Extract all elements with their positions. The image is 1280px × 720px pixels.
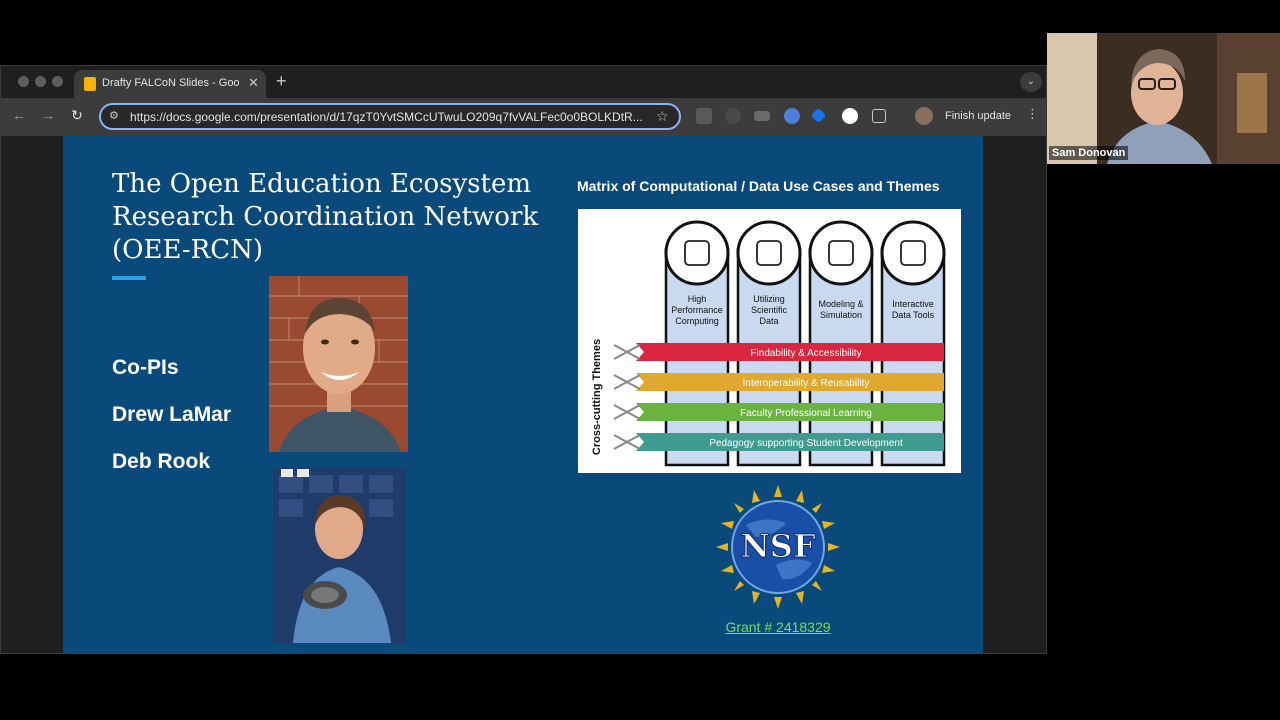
url-text[interactable]: https://docs.google.com/presentation/d/1… (130, 110, 650, 124)
person-drew-lamar: Drew LaMar (112, 403, 232, 426)
extension-blue-icon[interactable] (784, 108, 800, 124)
title-accent-bar (112, 276, 146, 280)
cross-cutting-themes-label: Cross-cutting Themes (591, 339, 603, 455)
extension-card-icon[interactable] (754, 111, 770, 121)
matrix-title: Matrix of Computational / Data Use Cases… (577, 178, 940, 194)
back-arrow-icon[interactable]: ← (10, 107, 28, 123)
extensions-puzzle-icon[interactable] (872, 109, 886, 123)
extension-diamond-icon[interactable] (810, 107, 827, 124)
close-tab-icon[interactable]: ✕ (248, 75, 259, 91)
minimize-window-dot[interactable] (35, 76, 46, 87)
participant-video-tile: Sam Donovan (1047, 33, 1280, 164)
matrix-column-icon (664, 220, 730, 286)
matrix-column-icon (736, 220, 802, 286)
new-tab-icon[interactable]: + (276, 71, 287, 91)
slides-icon (84, 77, 96, 91)
matrix-column-label: Interactive (892, 299, 934, 309)
extension-chart-icon[interactable] (842, 108, 858, 124)
use-case-matrix: High Performance Computing Utilizing Scienti… (578, 209, 961, 473)
participant-name: Sam Donovan (1049, 146, 1129, 160)
forward-arrow-icon[interactable]: → (39, 107, 57, 123)
matrix-diagram: HighPerformanceComputing UtilizingScienti… (591, 220, 946, 467)
tab-bar: Drafty FALCoN Slides - Goog ✕ + ⌄ (1, 66, 1046, 98)
theme-label: Faculty Professional Learning (740, 408, 872, 419)
theme-label: Pedagogy supporting Student Development (709, 438, 903, 449)
matrix-column-label: Utilizing (753, 294, 785, 304)
reload-icon[interactable]: ↻ (68, 107, 86, 124)
nsf-logo-text: NSF (740, 527, 815, 565)
more-options-icon[interactable]: ⋮ (1026, 106, 1039, 122)
theme-label: Interoperability & Reusability (743, 378, 870, 389)
finish-update-button[interactable]: Finish update (945, 106, 1011, 126)
theme-label: Findability & Accessibility (750, 348, 861, 359)
browser-tab[interactable]: Drafty FALCoN Slides - Goog ✕ (74, 70, 266, 98)
matrix-column-label: Simulation (820, 310, 862, 320)
extension-circle-icon[interactable] (725, 108, 741, 124)
site-settings-icon[interactable]: ⚙ (109, 110, 122, 123)
extension-h-icon[interactable] (696, 108, 712, 124)
matrix-column-label: Scientific (751, 305, 788, 315)
zoom-window-dot[interactable] (52, 76, 63, 87)
matrix-column-icon (808, 220, 874, 286)
slide-title: The Open Education Ecosystem Research Co… (112, 169, 539, 265)
page-content: The Open Education Ecosystem Research Co… (1, 136, 1046, 653)
matrix-column-label: Data Tools (892, 310, 935, 320)
close-window-dot[interactable] (18, 76, 29, 87)
browser-toolbar: ← → ↻ ⚙ https://docs.google.com/presenta… (1, 98, 1046, 136)
matrix-column-label: Modeling & (818, 299, 863, 309)
person-deb-rook: Deb Rook (112, 450, 211, 473)
presentation-slide: The Open Education Ecosystem Research Co… (63, 136, 983, 653)
matrix-column-label: Computing (675, 316, 719, 326)
bookmark-star-icon[interactable]: ☆ (656, 108, 669, 125)
profile-avatar[interactable] (915, 107, 933, 125)
address-bar[interactable]: ⚙ https://docs.google.com/presentation/d… (99, 103, 681, 130)
matrix-column-icon (880, 220, 946, 286)
matrix-column-label: Performance (671, 305, 723, 315)
co-pis-label: Co-PIs (112, 356, 179, 379)
nsf-logo: NSF (716, 485, 840, 609)
browser-window: Drafty FALCoN Slides - Goog ✕ + ⌄ ← → ↻ … (0, 65, 1047, 654)
tab-search-chevron-icon[interactable]: ⌄ (1020, 72, 1042, 92)
grant-link[interactable]: Grant # 2418329 (703, 619, 853, 635)
matrix-column-label: High (688, 294, 707, 304)
tab-title: Drafty FALCoN Slides - Goog (102, 77, 240, 89)
matrix-column-label: Data (759, 316, 778, 326)
drew-lamar-photo (269, 276, 408, 452)
deb-rook-photo (273, 467, 406, 643)
